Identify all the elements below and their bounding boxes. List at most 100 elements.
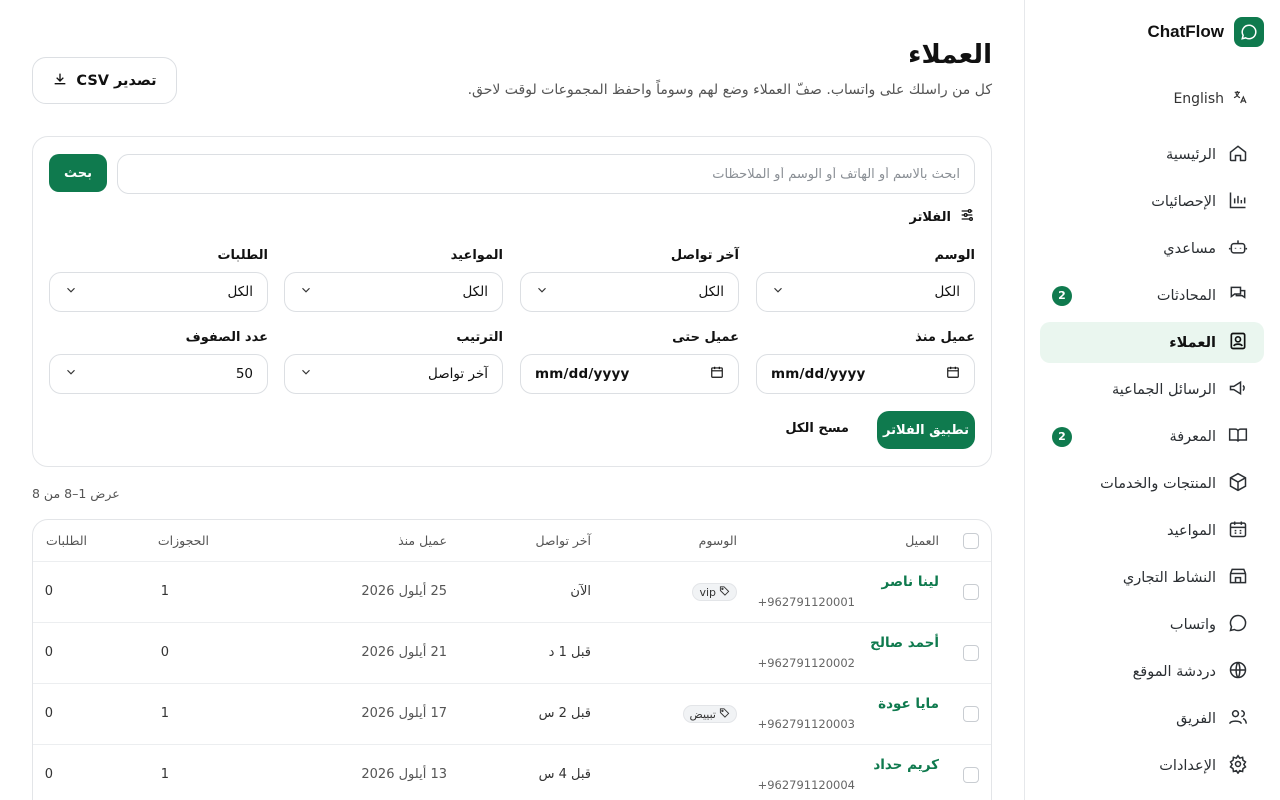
export-label: تصدير CSV <box>76 72 157 89</box>
customer-phone: +962791120002 <box>757 656 855 670</box>
last-contact-value: قبل 2 س <box>538 706 591 721</box>
tag-icon <box>719 585 730 599</box>
customer-name-link[interactable]: أحمد صالح <box>870 635 939 651</box>
store-icon <box>1228 566 1248 590</box>
language-toggle[interactable]: English <box>1173 89 1248 109</box>
search-input[interactable] <box>117 154 975 194</box>
nav-label: الفريق <box>1176 710 1216 727</box>
tag-badge: vip <box>692 583 737 601</box>
nav-label: المعرفة <box>1169 428 1216 445</box>
table-row[interactable]: لينا ناصر +962791120001 vip الآن 25 أيلو… <box>33 562 991 623</box>
customer-since-label: عميل منذ <box>915 330 975 345</box>
row-checkbox[interactable] <box>963 645 979 661</box>
unread-badge: 2 <box>1052 285 1072 306</box>
customer-since-value: 17 أيلول 2026 <box>361 706 447 721</box>
nav-item-appointments[interactable]: المواعيد <box>1040 510 1264 551</box>
nav-label: الرسائل الجماعية <box>1111 381 1216 398</box>
customer-since-value: 25 أيلول 2026 <box>361 584 447 599</box>
clear-all-button[interactable]: مسح الكل <box>785 421 849 436</box>
table-header: العميل الوسوم آخر تواصل عميل منذ الحجوزا… <box>33 520 991 562</box>
orders-value: 0 <box>44 706 53 721</box>
book-icon <box>1228 425 1248 449</box>
header-last-contact: آخر تواصل <box>535 533 591 548</box>
nav-item-knowledge[interactable]: المعرفة 2 <box>1040 416 1264 457</box>
globe-icon <box>1228 660 1248 684</box>
select-all-checkbox[interactable] <box>963 533 979 549</box>
last-contact-filter-select[interactable]: الكل <box>520 272 739 312</box>
sort-select[interactable]: آخر تواصل <box>284 354 503 394</box>
tag-filter-select[interactable]: الكل <box>756 272 975 312</box>
apply-filters-button[interactable]: تطبيق الفلاتر <box>877 411 975 449</box>
customer-since-date-input[interactable]: mm/dd/yyyy <box>756 354 975 394</box>
customer-until-label: عميل حتى <box>672 330 739 345</box>
customer-until-date-input[interactable]: mm/dd/yyyy <box>520 354 739 394</box>
page-title: العملاء <box>908 40 992 70</box>
table-row[interactable]: مايا عودة +962791120003 تبييض قبل 2 س 17… <box>33 684 991 745</box>
nav-item-broadcasts[interactable]: الرسائل الجماعية <box>1040 369 1264 410</box>
customer-name-link[interactable]: مايا عودة <box>878 696 939 712</box>
bookings-value: 1 <box>160 584 169 599</box>
last-contact-filter-label: آخر تواصل <box>670 248 739 263</box>
last-contact-value: قبل 1 د <box>548 645 591 660</box>
nav-item-conversations[interactable]: المحادثات 2 <box>1040 275 1264 316</box>
select-value: الكل <box>934 284 960 300</box>
nav-label: المواعيد <box>1167 522 1216 539</box>
select-value: آخر تواصل <box>427 366 488 382</box>
header-orders: الطلبات <box>45 533 87 548</box>
nav-item-assistant[interactable]: مساعدي <box>1040 228 1264 269</box>
nav-item-stats[interactable]: الإحصائيات <box>1040 181 1264 222</box>
customer-since-value: 13 أيلول 2026 <box>361 767 447 782</box>
header-tags: الوسوم <box>698 533 737 548</box>
chevron-down-icon <box>64 283 78 301</box>
filters-heading: الفلاتر <box>909 207 975 227</box>
language-label: English <box>1173 91 1224 107</box>
date-value: mm/dd/yyyy <box>771 366 866 382</box>
export-csv-button[interactable]: تصدير CSV <box>32 57 177 104</box>
calendar-icon <box>1228 519 1248 543</box>
nav-item-team[interactable]: الفريق <box>1040 698 1264 739</box>
select-value: الكل <box>227 284 253 300</box>
nav-item-settings[interactable]: الإعدادات <box>1040 745 1264 786</box>
nav-label: مساعدي <box>1163 240 1216 257</box>
nav-item-business[interactable]: النشاط التجاري <box>1040 557 1264 598</box>
row-checkbox[interactable] <box>963 584 979 600</box>
team-icon <box>1228 707 1248 731</box>
orders-filter-select[interactable]: الكل <box>49 272 268 312</box>
row-checkbox[interactable] <box>963 706 979 722</box>
chart-icon <box>1228 190 1248 214</box>
customers-table: العميل الوسوم آخر تواصل عميل منذ الحجوزا… <box>32 519 992 800</box>
customer-since-value: 21 أيلول 2026 <box>361 645 447 660</box>
rows-count-select[interactable]: 50 <box>49 354 268 394</box>
bookings-value: 0 <box>160 645 169 660</box>
search-button[interactable]: بحث <box>49 154 107 192</box>
customer-name-link[interactable]: كريم حداد <box>873 757 939 773</box>
chat-icon <box>1228 284 1248 308</box>
sliders-icon <box>959 207 975 227</box>
bookings-value: 1 <box>160 706 169 721</box>
customer-name-link[interactable]: لينا ناصر <box>882 574 939 590</box>
nav-item-home[interactable]: الرئيسية <box>1040 134 1264 175</box>
filters-title: الفلاتر <box>909 209 951 225</box>
table-row[interactable]: أحمد صالح +962791120002 قبل 1 د 21 أيلول… <box>33 623 991 684</box>
table-row[interactable]: كريم حداد +962791120004 قبل 4 س 13 أيلول… <box>33 745 991 800</box>
orders-value: 0 <box>44 645 53 660</box>
nav-item-products[interactable]: المنتجات والخدمات <box>1040 463 1264 504</box>
nav-item-whatsapp[interactable]: واتساب <box>1040 604 1264 645</box>
customer-phone: +962791120003 <box>757 717 855 731</box>
nav-item-site-chat[interactable]: دردشة الموقع <box>1040 651 1264 692</box>
header-customer: العميل <box>905 533 939 548</box>
nav-label: العملاء <box>1169 334 1216 351</box>
brand[interactable]: ChatFlow <box>1148 17 1264 47</box>
tag-label: vip <box>699 585 716 599</box>
row-checkbox[interactable] <box>963 767 979 783</box>
appointments-filter-label: المواعيد <box>450 248 503 263</box>
nav-label: الإحصائيات <box>1151 193 1216 210</box>
nav-item-customers[interactable]: العملاء <box>1040 322 1264 363</box>
results-count: عرض 1–8 من 8 <box>32 486 120 501</box>
nav-label: دردشة الموقع <box>1132 663 1216 680</box>
orders-filter-label: الطلبات <box>217 248 268 263</box>
download-icon <box>52 71 68 91</box>
megaphone-icon <box>1228 378 1248 402</box>
appointments-filter-select[interactable]: الكل <box>284 272 503 312</box>
select-value: 50 <box>235 366 253 382</box>
